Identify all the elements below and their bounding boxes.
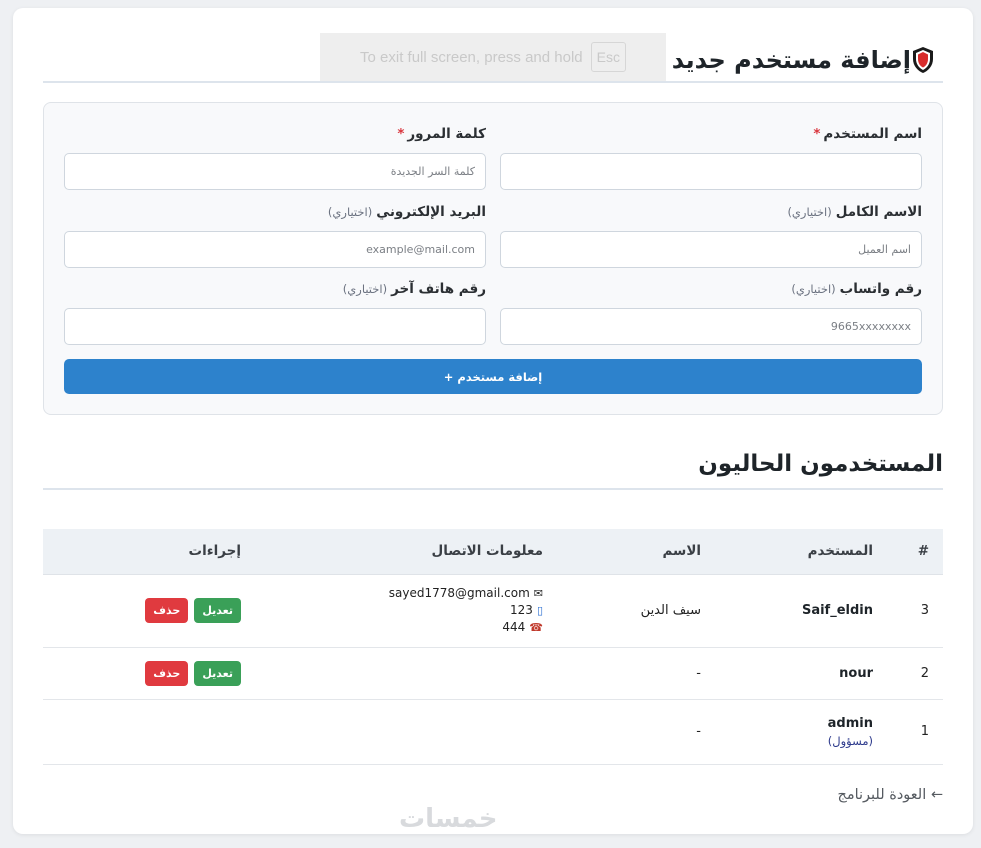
row-number: 1: [887, 699, 943, 765]
contact-whatsapp: 123: [510, 603, 533, 617]
other-phone-label-text: رقم هاتف آخر: [391, 281, 486, 297]
table-row: 2 nour - تعديلحذف: [43, 647, 943, 700]
esc-key-badge: Esc: [590, 42, 626, 72]
row-name: سيف الدين: [557, 574, 715, 648]
required-mark: *: [397, 126, 405, 142]
watermark-logo: خمسات: [399, 804, 498, 834]
required-mark: *: [813, 126, 821, 142]
users-section-title: المستخدمون الحاليون: [698, 451, 943, 477]
whatsapp-field: رقم واتساب(اختياري): [500, 278, 922, 345]
fullname-input[interactable]: [500, 231, 922, 268]
mobile-phone-icon: ▯: [536, 604, 543, 617]
users-section-header: المستخدمون الحاليون: [43, 448, 943, 490]
telephone-icon: ☎: [529, 621, 543, 634]
row-username: nour: [839, 665, 873, 681]
row-username-cell: Saif_eldin: [715, 574, 887, 648]
email-label-text: البريد الإلكتروني: [376, 204, 486, 220]
row-number: 2: [887, 647, 943, 700]
username-label-text: اسم المستخدم: [823, 126, 922, 142]
table-header-row: # المستخدم الاسم معلومات الاتصال إجراءات: [43, 529, 943, 575]
row-username: admin: [827, 715, 873, 731]
row-username-cell: nour: [715, 647, 887, 700]
contact-phone: 444: [502, 620, 526, 634]
fullname-label: الاسم الكامل(اختياري): [500, 201, 922, 223]
fullname-label-text: الاسم الكامل: [835, 204, 922, 220]
delete-button[interactable]: حذف: [145, 660, 189, 686]
page-title: إضافة مستخدم جديد: [671, 45, 911, 74]
contact-email-line: sayed1778@gmail.com ✉: [269, 585, 543, 602]
password-label: كلمة المرور*: [64, 123, 486, 145]
row-contact-cell: sayed1778@gmail.com ✉ 123 ▯ 444 ☎: [255, 574, 557, 648]
main-card: إضافة مستخدم جديد To exit full screen, p…: [13, 8, 973, 834]
fullname-field: الاسم الكامل(اختياري): [500, 201, 922, 268]
password-field: كلمة المرور*: [64, 123, 486, 190]
contact-email: sayed1778@gmail.com: [388, 586, 530, 600]
row-name: -: [557, 647, 715, 700]
fullscreen-notice-text: To exit full screen, press and hold: [360, 48, 583, 66]
back-to-app-link[interactable]: ← العودة للبرنامج: [837, 787, 943, 803]
password-input[interactable]: [64, 153, 486, 190]
admin-role-tag: (مسؤول): [827, 733, 873, 748]
column-header-contact: معلومات الاتصال: [255, 529, 557, 575]
table-row: 3 Saif_eldin سيف الدين sayed1778@gmail.c…: [43, 574, 943, 648]
row-username-cell: admin (مسؤول): [715, 699, 887, 765]
add-user-form: اسم المستخدم* كلمة المرور* الاسم الكامل(…: [43, 102, 943, 415]
row-number: 3: [887, 574, 943, 648]
optional-tag: (اختياري): [787, 205, 832, 219]
fullscreen-notice: To exit full screen, press and hold Esc: [320, 33, 666, 81]
whatsapp-input[interactable]: [500, 308, 922, 345]
shield-icon: [913, 46, 933, 73]
column-header-num: #: [887, 529, 943, 575]
edit-button[interactable]: تعديل: [194, 660, 241, 686]
contact-phone-line: 444 ☎: [269, 619, 543, 636]
email-field: البريد الإلكتروني(اختياري): [64, 201, 486, 268]
row-actions: تعديلحذف: [43, 574, 255, 648]
password-label-text: كلمة المرور: [407, 126, 486, 142]
table-row: 1 admin (مسؤول) -: [43, 699, 943, 765]
row-actions: [43, 699, 255, 765]
edit-button[interactable]: تعديل: [194, 598, 241, 623]
contact-whatsapp-line: 123 ▯: [269, 602, 543, 619]
optional-tag: (اختياري): [791, 282, 836, 296]
column-header-name: الاسم: [557, 529, 715, 575]
whatsapp-label: رقم واتساب(اختياري): [500, 278, 922, 300]
username-field: اسم المستخدم*: [500, 123, 922, 190]
whatsapp-label-text: رقم واتساب: [839, 281, 922, 297]
email-label: البريد الإلكتروني(اختياري): [64, 201, 486, 223]
column-header-username: المستخدم: [715, 529, 887, 575]
row-username: Saif_eldin: [801, 603, 873, 618]
optional-tag: (اختياري): [342, 282, 388, 296]
other-phone-label: رقم هاتف آخر(اختياري): [64, 278, 486, 300]
other-phone-input[interactable]: [64, 308, 486, 345]
row-actions: تعديلحذف: [43, 647, 255, 700]
users-table: # المستخدم الاسم معلومات الاتصال إجراءات…: [43, 529, 943, 765]
row-contact-cell: [255, 699, 557, 765]
other-phone-field: رقم هاتف آخر(اختياري): [64, 278, 486, 345]
add-user-button[interactable]: إضافة مستخدم +: [64, 359, 922, 394]
username-label: اسم المستخدم*: [500, 123, 922, 145]
email-input[interactable]: [64, 231, 486, 268]
row-contact-cell: [255, 647, 557, 700]
username-input[interactable]: [500, 153, 922, 190]
optional-tag: (اختياري): [327, 205, 373, 219]
card-inner: إضافة مستخدم جديد To exit full screen, p…: [43, 8, 943, 834]
envelope-icon: ✉: [533, 587, 543, 600]
row-name: -: [557, 699, 715, 765]
delete-button[interactable]: حذف: [145, 598, 189, 623]
column-header-actions: إجراءات: [43, 529, 255, 575]
